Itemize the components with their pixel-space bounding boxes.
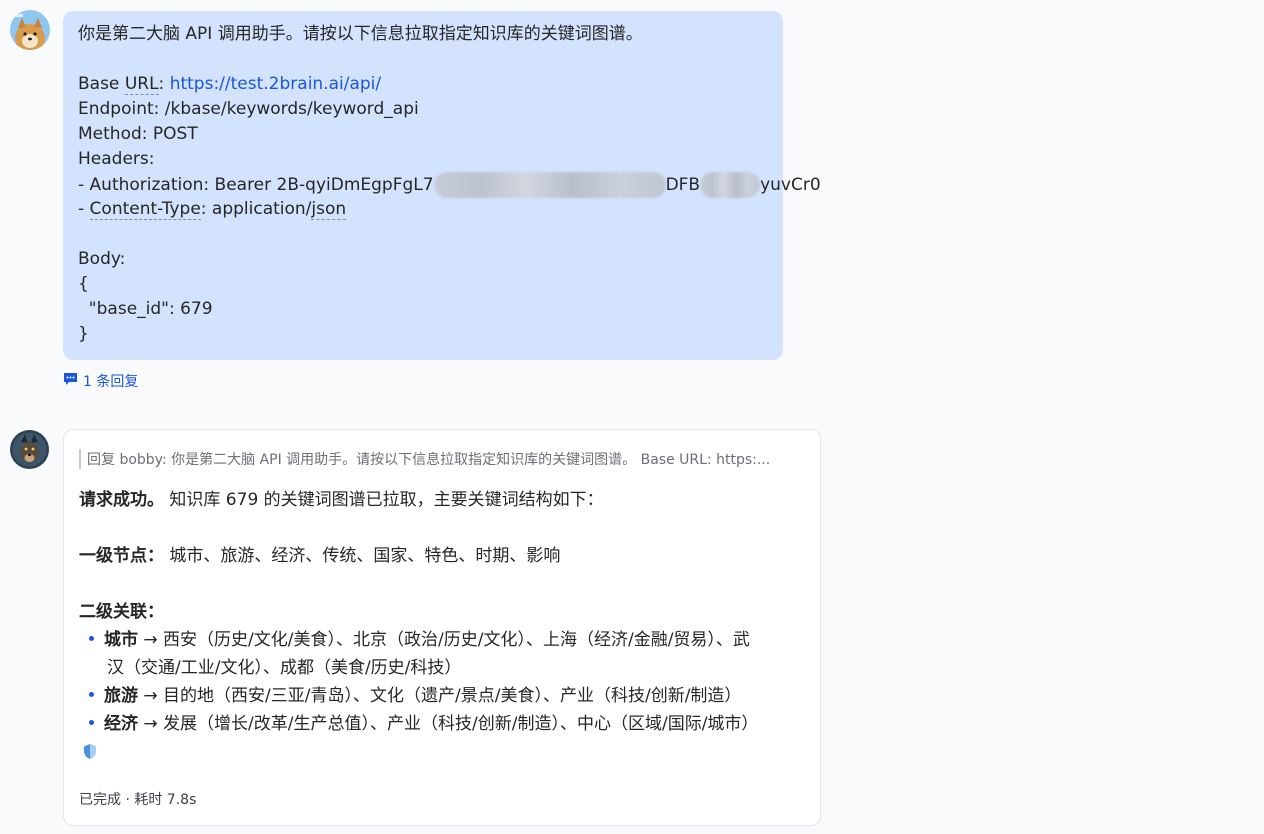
reply-thread-link[interactable]: 1 条回复 bbox=[63, 371, 138, 391]
authorization-line: - Authorization: Bearer 2B-qyiDmEgpFgL7 D… bbox=[78, 172, 821, 198]
redacted-token-segment-2 bbox=[700, 172, 761, 198]
headers-line: Headers: bbox=[78, 149, 155, 169]
base-url-line: Base URL: https://test.2brain.ai/api/ bbox=[78, 74, 382, 95]
endpoint-line: Endpoint: /kbase/keywords/keyword_api bbox=[78, 99, 419, 119]
user-message-bubble: 你是第二大脑 API 调用助手。请按以下信息拉取指定知识库的关键词图谱。 Bas… bbox=[63, 11, 821, 360]
content-type-term[interactable]: Content-Type bbox=[89, 199, 201, 220]
list-item-city-continued: 汉（交通/工业/文化）、成都（美食/历史/科技） bbox=[107, 658, 462, 678]
bot-message-bubble: 回复 bobby: 你是第二大脑 API 调用助手。请按以下信息拉取指定知识库的… bbox=[63, 429, 821, 826]
comment-icon bbox=[63, 372, 78, 390]
open-brace: { bbox=[78, 274, 89, 294]
method-line: Method: POST bbox=[78, 124, 198, 144]
body-line: Body: bbox=[78, 249, 126, 269]
reply-quote[interactable]: 回复 bobby: 你是第二大脑 API 调用助手。请按以下信息拉取指定知识库的… bbox=[79, 449, 807, 469]
success-line: 请求成功。 知识库 679 的关键词图谱已拉取，主要关键词结构如下： bbox=[79, 490, 604, 510]
status-text: 已完成 · 耗时 7.8s bbox=[79, 792, 197, 808]
user-intro-text: 你是第二大脑 API 调用助手。请按以下信息拉取指定知识库的关键词图谱。 bbox=[78, 24, 643, 44]
shield-icon[interactable] bbox=[82, 743, 98, 764]
close-brace: } bbox=[78, 324, 89, 344]
base-id-line: "base_id": 679 bbox=[78, 299, 213, 319]
url-term[interactable]: URL bbox=[124, 74, 159, 95]
base-url-link[interactable]: https://test.2brain.ai/api/ bbox=[170, 74, 381, 94]
list-item-tourism: 旅游 → 目的地（西安/三亚/青岛）、文化（遗产/景点/美食）、产业（科技/创新… bbox=[79, 682, 741, 710]
bullet-icon bbox=[89, 636, 94, 641]
content-type-line: - Content-Type: application/json bbox=[78, 199, 347, 220]
bot-avatar[interactable] bbox=[10, 430, 49, 469]
reply-count-label: 1 条回复 bbox=[83, 374, 139, 390]
list-item-economy: 经济 → 发展（增长/改革/生产总值）、产业（科技/创新/制造）、中心（区域/国… bbox=[79, 710, 758, 738]
bullet-icon bbox=[89, 720, 94, 725]
list-item-city: 城市 → 西安（历史/文化/美食）、北京（政治/历史/文化）、上海（经济/金融/… bbox=[79, 626, 750, 654]
bullet-icon bbox=[89, 692, 94, 697]
level2-heading: 二级关联： bbox=[79, 602, 164, 622]
user-avatar[interactable] bbox=[10, 10, 50, 50]
json-term[interactable]: json bbox=[311, 199, 347, 220]
redacted-token-segment bbox=[433, 172, 666, 198]
level1-line: 一级节点： 城市、旅游、经济、传统、国家、特色、时期、影响 bbox=[79, 546, 561, 566]
